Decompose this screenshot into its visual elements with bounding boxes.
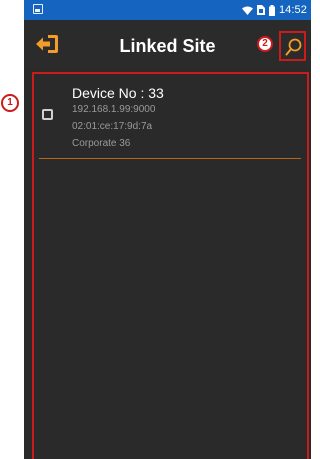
device-mac: 02:01:ce:17:9d:7a: [72, 121, 153, 132]
wifi-icon: [241, 6, 253, 15]
app-bar: Linked Site 2: [24, 20, 311, 70]
device-title: Device No : 33: [72, 85, 164, 101]
status-time: 14:52: [278, 4, 307, 16]
device-ip: 192.168.1.99:9000: [72, 104, 156, 115]
phone-screen: 14:52 Linked Site 2 Device No : 33 192.1…: [24, 0, 311, 459]
status-icons: 14:52: [241, 3, 307, 17]
linked-device-list: Device No : 33 192.168.1.99:9000 02:01:c…: [32, 72, 309, 459]
device-group: Corporate 36: [72, 138, 131, 149]
list-item[interactable]: Device No : 33 192.168.1.99:9000 02:01:c…: [34, 74, 307, 158]
image-icon: [33, 4, 43, 14]
annotation-callout-2: 2: [257, 36, 273, 52]
search-icon: [285, 38, 302, 56]
list-divider: [39, 158, 301, 159]
battery-icon: [268, 4, 275, 16]
sim-icon: [256, 5, 265, 15]
status-bar: 14:52: [24, 0, 311, 20]
search-button[interactable]: [279, 31, 306, 61]
annotation-callout-1: 1: [1, 94, 19, 112]
device-checkbox[interactable]: [42, 109, 53, 120]
